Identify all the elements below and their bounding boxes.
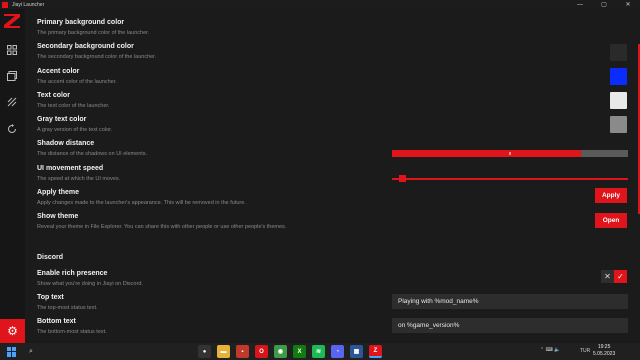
app-logo-icon [2, 1, 8, 8]
setting-desc: The primary background color of the laun… [37, 30, 150, 36]
setting-label: Secondary background color [37, 43, 134, 50]
section-heading-discord: Discord [37, 254, 64, 261]
setting-show-theme: Show theme Reveal your theme in File Exp… [37, 213, 337, 231]
setting-desc: The top-most status text. [37, 305, 98, 311]
close-button[interactable]: ✕ [616, 0, 640, 9]
setting-desc: The text color of the launcher. [37, 103, 110, 109]
search-icon[interactable]: ⌕ [29, 348, 33, 356]
discord-icon[interactable]: ◔ [331, 345, 344, 358]
setting-label: UI movement speed [37, 165, 104, 172]
setting-gray-text: Gray text color A gray version of the te… [37, 116, 112, 133]
ui-speed-slider-thumb[interactable] [399, 175, 407, 182]
setting-text-color: Text color The text color of the launche… [37, 92, 109, 109]
maximize-button[interactable]: ▢ [592, 0, 616, 9]
slider-value: 8 [508, 151, 512, 156]
taskbar-apps: ● ▬ ▪ O ◉ X ≋ ◔ ▦ Z [198, 345, 382, 358]
sidebar: ⚙ [0, 9, 25, 343]
setting-desc: Show what you're doing in Jiayi on Disco… [37, 281, 143, 287]
setting-desc: Apply changes made to the launcher's app… [37, 200, 246, 206]
jiayi-logo-icon [3, 13, 21, 29]
bottom-text-input[interactable] [392, 318, 628, 333]
setting-top-text: Top text The top-most status text. [37, 294, 98, 311]
document-icon[interactable]: ▪ [236, 345, 249, 358]
setting-label: Text color [37, 92, 70, 99]
setting-desc: Reveal your theme in File Explorer. You … [37, 224, 287, 230]
setting-ui-speed: UI movement speed The speed at which the… [37, 165, 120, 182]
window-title: Jiayi Launcher [12, 1, 45, 8]
grid-icon[interactable] [7, 45, 17, 55]
primary-bg-swatch[interactable] [610, 23, 627, 40]
setting-label: Enable rich presence [37, 270, 108, 277]
apply-theme-button[interactable]: Apply [595, 188, 627, 203]
setting-accent: Accent color The accent color of the lau… [37, 68, 117, 85]
gray-text-swatch[interactable] [610, 116, 627, 133]
setting-primary-bg: Primary background color The primary bac… [37, 19, 149, 36]
setting-label: Accent color [37, 68, 80, 75]
brush-icon[interactable] [7, 97, 17, 107]
setting-desc: The accent color of the launcher. [37, 79, 117, 85]
jiayi-icon[interactable]: Z [369, 345, 382, 358]
refresh-icon[interactable] [7, 124, 17, 134]
spotify-icon[interactable]: ≋ [312, 345, 325, 358]
xbox-icon[interactable]: X [293, 345, 306, 358]
setting-desc: A gray version of the text color. [37, 127, 113, 133]
folder-icon[interactable]: ▬ [217, 345, 230, 358]
system-tray[interactable]: ⌃ ⌨ 🔈 [540, 347, 560, 353]
window-controls: — ▢ ✕ [568, 0, 640, 9]
ui-speed-slider-track[interactable] [392, 178, 628, 180]
toggle-off-icon[interactable]: ✕ [601, 270, 614, 283]
setting-label: Top text [37, 294, 64, 301]
secondary-bg-swatch[interactable] [610, 44, 627, 61]
setting-desc: The speed at which the UI moves. [37, 176, 121, 182]
clock-time: 19:25 [597, 344, 611, 350]
rich-presence-toggle[interactable]: ✕ ✓ [601, 270, 627, 283]
taskbar-clock[interactable]: 19:25 5.05.2023 [593, 344, 615, 358]
setting-desc: The distance of the shadows on UI elemen… [37, 151, 148, 157]
setting-label: Shadow distance [37, 140, 95, 147]
text-color-swatch[interactable] [610, 92, 627, 109]
setting-shadow-distance: Shadow distance The distance of the shad… [37, 140, 147, 157]
settings-nav-button[interactable]: ⚙ [0, 319, 25, 343]
setting-desc: The secondary background color of the la… [37, 54, 157, 60]
setting-label: Primary background color [37, 19, 125, 26]
setting-apply-theme: Apply theme Apply changes made to the la… [37, 189, 246, 206]
gear-icon: ⚙ [7, 324, 18, 338]
settings-panel: Primary background color The primary bac… [25, 9, 640, 343]
minimize-button[interactable]: — [568, 0, 592, 9]
opera-icon[interactable]: O [255, 345, 268, 358]
setting-label: Bottom text [37, 318, 76, 325]
setting-bottom-text: Bottom text The bottom-most status text. [37, 318, 107, 335]
cards-icon[interactable] [7, 71, 17, 81]
setting-label: Gray text color [37, 116, 87, 123]
accent-swatch[interactable] [610, 68, 627, 85]
open-theme-button[interactable]: Open [595, 213, 627, 228]
language-indicator[interactable]: TUR [580, 348, 590, 354]
setting-rich-presence: Enable rich presence Show what you're do… [37, 270, 143, 287]
toggle-on-icon[interactable]: ✓ [614, 270, 627, 283]
obs-icon[interactable]: ● [198, 345, 211, 358]
title-bar: Jiayi Launcher — ▢ ✕ [0, 0, 640, 9]
setting-desc: The bottom-most status text. [37, 329, 107, 335]
taskbar: ⌕ ● ▬ ▪ O ◉ X ≋ ◔ ▦ Z ⌃ ⌨ 🔈 TUR 19:25 5.05.2023 [0, 343, 640, 360]
setting-label: Show theme [37, 213, 79, 220]
setting-label: Apply theme [37, 189, 80, 196]
setting-secondary-bg: Secondary background color The secondary… [37, 43, 156, 60]
shadow-distance-slider[interactable]: 8 [392, 150, 628, 157]
store-icon[interactable]: ▦ [350, 345, 363, 358]
clock-date: 5.05.2023 [593, 351, 616, 357]
windows-start-icon[interactable] [7, 346, 17, 357]
top-text-input[interactable] [392, 294, 628, 309]
chrome-icon[interactable]: ◉ [274, 345, 287, 358]
